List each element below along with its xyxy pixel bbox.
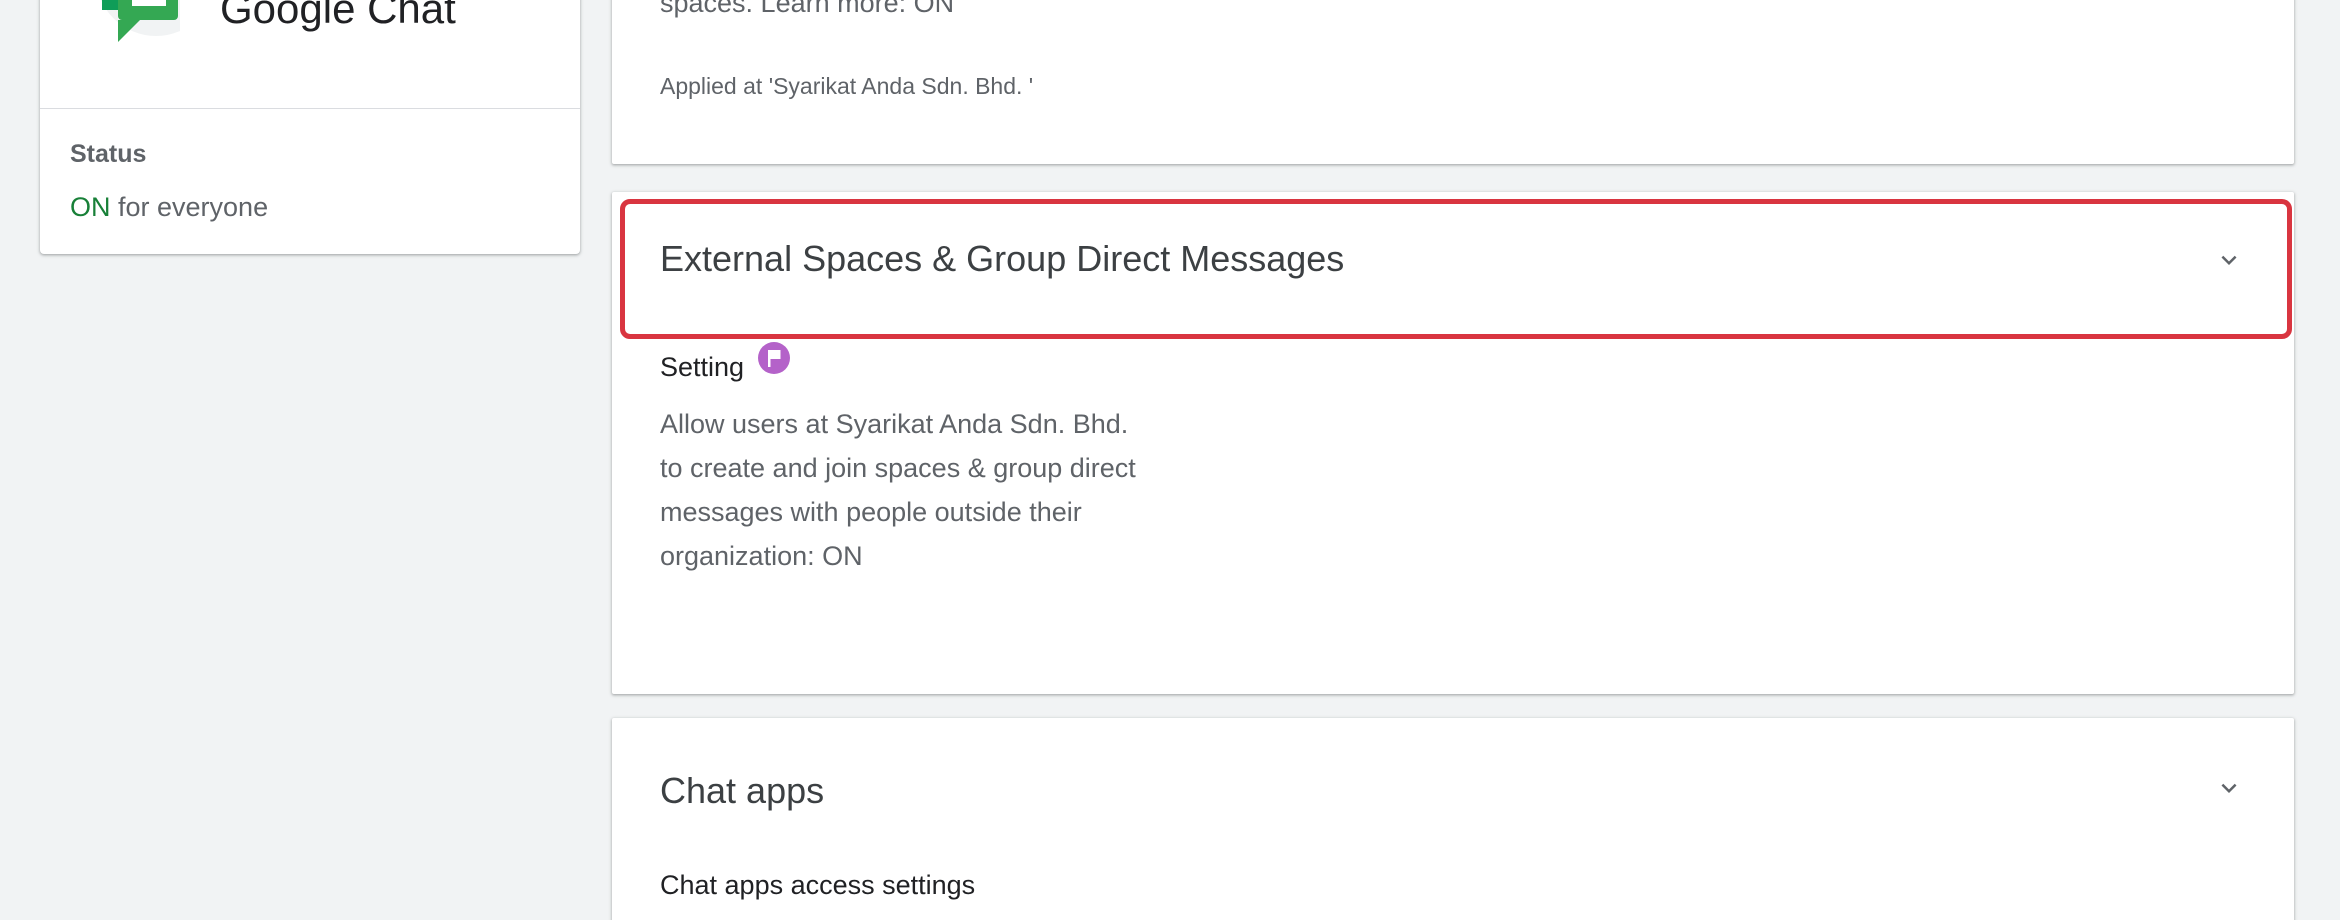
chat-apps-access-settings[interactable]: Chat apps access settings [660, 870, 975, 901]
setting-description-line: messages with people outside their [660, 497, 1082, 527]
app-summary-card: Google Chat Status ON for everyone [40, 0, 580, 254]
setting-description: Allow users at Syarikat Anda Sdn. Bhd. t… [660, 402, 1180, 578]
status-value: ON for everyone [70, 192, 268, 223]
setting-description-line: organization: ON [660, 541, 863, 571]
flag-icon [758, 342, 790, 374]
setting-card-previous: spaces. Learn more: ON Applied at 'Syari… [612, 0, 2294, 164]
status-on-text: ON [70, 192, 111, 222]
status-suffix-text: for everyone [110, 192, 269, 222]
chevron-down-icon[interactable] [2214, 245, 2244, 275]
setting-card-external-spaces: External Spaces & Group Direct Messages … [612, 192, 2294, 694]
status-label: Status [70, 140, 147, 168]
app-header: Google Chat [40, 0, 580, 109]
applied-at-text: Applied at 'Syarikat Anda Sdn. Bhd. ' [660, 73, 1034, 99]
setting-description-line: to create and join spaces & group direct [660, 453, 1136, 483]
external-spaces-title[interactable]: External Spaces & Group Direct Messages [660, 238, 1344, 280]
setting-label: Setting [660, 352, 745, 382]
setting-card-chat-apps: Chat apps Chat apps access settings [612, 718, 2294, 920]
setting-description-line: Allow users at Syarikat Anda Sdn. Bhd. [660, 409, 1129, 439]
chevron-down-icon[interactable] [2214, 773, 2244, 803]
chat-apps-title[interactable]: Chat apps [660, 770, 824, 812]
previous-setting-text: spaces. Learn more: ON [660, 0, 955, 18]
google-chat-logo-icon [70, 0, 211, 48]
app-name: Google Chat [220, 0, 456, 32]
